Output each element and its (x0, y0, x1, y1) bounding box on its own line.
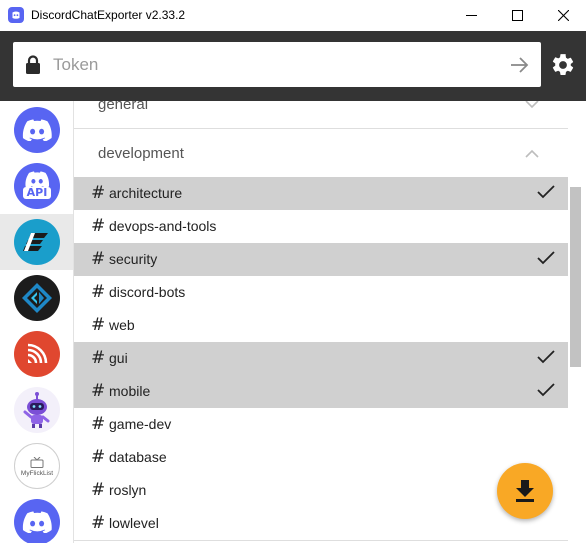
discord-logo-icon (14, 499, 60, 543)
discord-logo-icon (14, 107, 60, 153)
channel-label: web (109, 317, 135, 333)
maximize-button[interactable] (494, 0, 540, 31)
api-badge: API (22, 187, 52, 199)
channel-item-game-dev[interactable]: # game-dev (74, 408, 568, 441)
channel-item-web[interactable]: # web (74, 309, 568, 342)
hash-icon: # (91, 282, 106, 302)
category-development[interactable]: development (74, 129, 568, 177)
channel-label: roslyn (109, 482, 147, 498)
channel-label: gui (109, 350, 128, 366)
channel-item-architecture[interactable]: # architecture (74, 177, 568, 210)
gear-icon[interactable] (550, 52, 576, 78)
channel-label: game-dev (109, 416, 172, 432)
channel-label: mobile (109, 383, 151, 399)
fsharp-logo-icon (14, 275, 60, 321)
robot-mascot-icon (14, 387, 60, 433)
hash-icon: # (91, 183, 106, 203)
chevron-up-icon (525, 149, 539, 158)
maximize-icon (511, 10, 523, 21)
channel-label: lowlevel (109, 515, 159, 531)
header-bar (0, 31, 586, 101)
guild-item-myflicklist[interactable]: MyFlickList (0, 438, 73, 494)
hash-icon: # (91, 447, 106, 467)
window-title: DiscordChatExporter v2.33.2 (31, 8, 186, 22)
token-input[interactable] (53, 42, 493, 87)
hash-icon: # (91, 348, 106, 368)
scrollbar-thumb[interactable] (570, 187, 581, 367)
tv-logo-icon: MyFlickList (14, 443, 60, 489)
app-icon (8, 7, 24, 23)
minimize-icon (465, 15, 477, 16)
channel-item-mobile[interactable]: # mobile (74, 375, 568, 408)
chevron-down-icon (525, 101, 539, 108)
channel-item-roslyn[interactable]: # roslyn (74, 474, 568, 507)
stylized-e-logo-icon (14, 219, 60, 265)
checkmark-icon (537, 383, 555, 397)
hash-icon: # (91, 381, 106, 401)
guild-item-discord[interactable] (0, 102, 73, 158)
guild-item-discord-2[interactable] (0, 494, 73, 543)
list-bottom-divider (74, 540, 568, 541)
discord-api-logo-icon: API (14, 163, 60, 209)
download-icon (516, 480, 534, 502)
guild-sidebar: API MyFlickList (0, 101, 74, 543)
title-bar: DiscordChatExporter v2.33.2 (0, 0, 586, 31)
channel-label: architecture (109, 185, 183, 201)
category-label: general (98, 101, 149, 113)
rss-logo-icon (14, 331, 60, 377)
channel-item-security[interactable]: # security (74, 243, 568, 276)
checkmark-icon (537, 185, 555, 199)
hash-icon: # (91, 249, 106, 269)
guild-item-discord-api[interactable]: API (0, 158, 73, 214)
checkmark-icon (537, 350, 555, 364)
lock-icon (26, 55, 40, 74)
channel-label: security (109, 251, 158, 267)
category-label: development (98, 144, 184, 162)
channel-item-lowlevel[interactable]: # lowlevel (74, 507, 568, 540)
channel-label: discord-bots (109, 284, 186, 300)
category-general[interactable]: general (74, 101, 568, 128)
token-field (13, 42, 541, 87)
hash-icon: # (91, 414, 106, 434)
channel-label: devops-and-tools (109, 218, 217, 234)
close-icon (557, 10, 569, 21)
channel-item-discord-bots[interactable]: # discord-bots (74, 276, 568, 309)
arrow-right-icon[interactable] (508, 54, 530, 76)
hash-icon: # (91, 480, 106, 500)
channel-item-gui[interactable]: # gui (74, 342, 568, 375)
guild-item-robot[interactable] (0, 382, 73, 438)
hash-icon: # (91, 513, 106, 533)
hash-icon: # (91, 216, 106, 236)
guild-item-selected[interactable] (0, 214, 73, 270)
guild-item-fsharp[interactable] (0, 270, 73, 326)
channel-label: database (109, 449, 167, 465)
checkmark-icon (537, 251, 555, 265)
minimize-button[interactable] (448, 0, 494, 31)
export-button[interactable] (497, 463, 553, 519)
myflicklist-text: MyFlickList (20, 470, 54, 477)
channel-item-devops-and-tools[interactable]: # devops-and-tools (74, 210, 568, 243)
guild-item-rss[interactable] (0, 326, 73, 382)
hash-icon: # (91, 315, 106, 335)
channel-item-database[interactable]: # database (74, 441, 568, 474)
close-button[interactable] (540, 0, 586, 31)
